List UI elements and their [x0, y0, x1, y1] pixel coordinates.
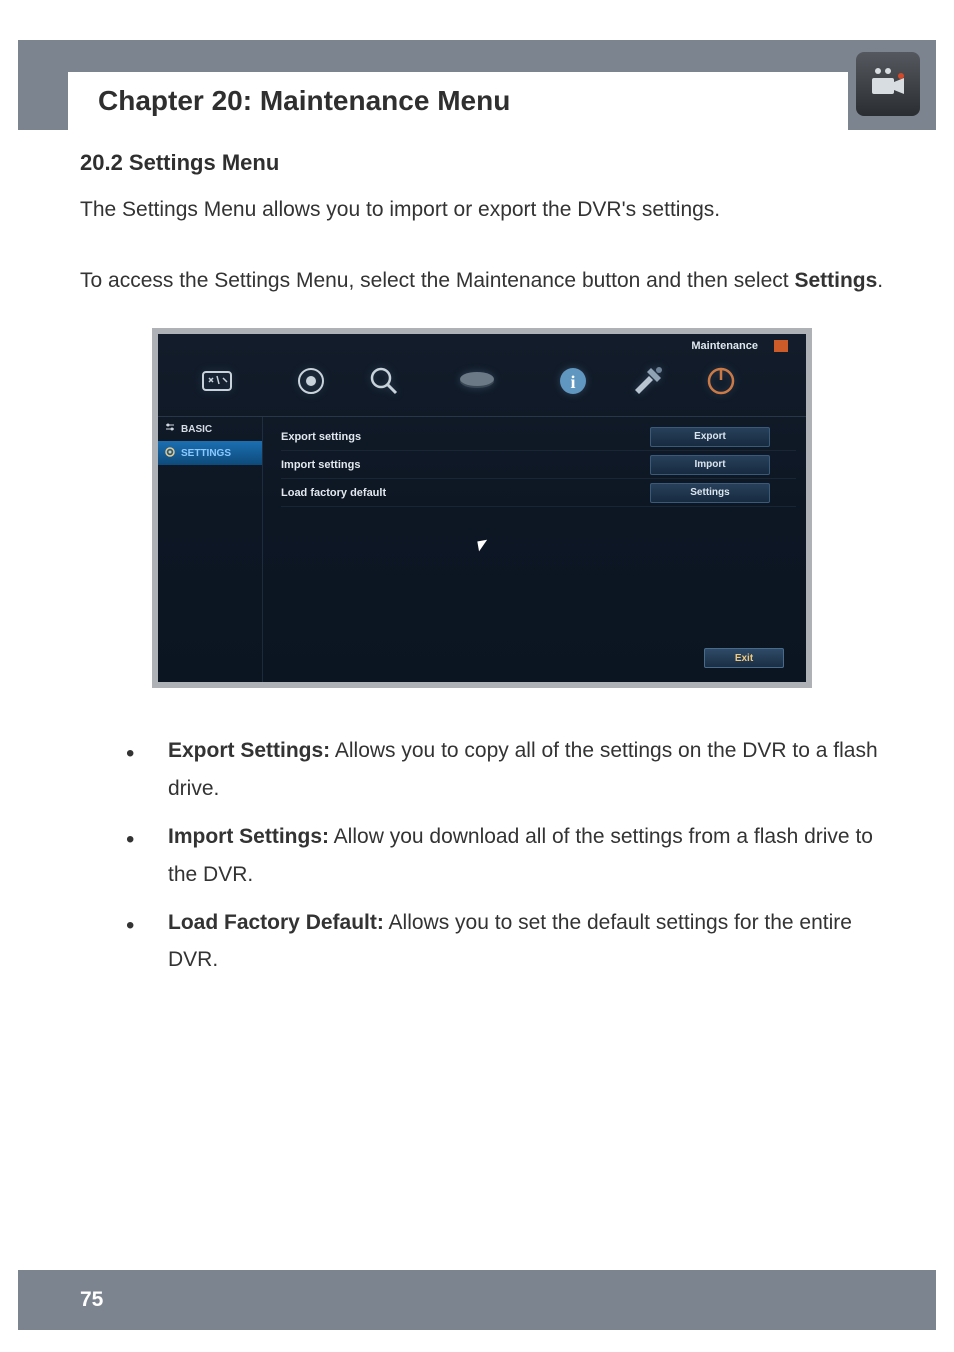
top-icon-row: i	[158, 356, 806, 412]
settings-row: Export settings Export	[281, 423, 796, 451]
bullet-term: Export Settings:	[168, 739, 330, 762]
page-number: 75	[80, 1288, 103, 1312]
row-label: Import settings	[281, 459, 650, 471]
sidebar-item-settings[interactable]: SETTINGS	[158, 441, 262, 465]
power-icon[interactable]	[684, 366, 758, 403]
close-icon[interactable]	[774, 340, 788, 352]
search-icon[interactable]	[348, 365, 422, 404]
maintenance-icon[interactable]	[610, 364, 684, 405]
svg-text:i: i	[570, 372, 575, 392]
screenshot-body: BASIC SETTINGS Export settings Export	[158, 416, 806, 682]
settings-row: Import settings Import	[281, 451, 796, 479]
chapter-title-strip: Chapter 20: Maintenance Menu	[68, 72, 848, 130]
gear-icon	[164, 446, 176, 461]
list-item: Load Factory Default: Allows you to set …	[126, 904, 884, 980]
sliders-icon	[164, 422, 176, 437]
page-content: 20.2 Settings Menu The Settings Menu all…	[80, 150, 884, 989]
bullet-term: Load Factory Default:	[168, 911, 384, 934]
import-button[interactable]: Import	[650, 455, 770, 475]
list-item: Import Settings: Allow you download all …	[126, 818, 884, 894]
screenshot-window-title: Maintenance	[691, 340, 758, 352]
exit-button[interactable]: Exit	[704, 648, 784, 668]
page-footer: 75	[18, 1270, 936, 1330]
export-button[interactable]: Export	[650, 427, 770, 447]
bullet-list: Export Settings: Allows you to copy all …	[80, 732, 884, 979]
camera-icon	[868, 66, 908, 103]
chapter-title: Chapter 20: Maintenance Menu	[98, 85, 510, 117]
row-label: Load factory default	[281, 487, 650, 499]
list-item: Export Settings: Allows you to copy all …	[126, 732, 884, 808]
access-paragraph: To access the Settings Menu, select the …	[80, 261, 884, 301]
settings-row: Load factory default Settings	[281, 479, 796, 507]
sidebar-item-basic[interactable]: BASIC	[158, 417, 262, 441]
para2-bold: Settings	[794, 269, 877, 292]
system-tools-icon[interactable]	[180, 366, 254, 403]
screenshot-main: Export settings Export Import settings I…	[263, 417, 806, 682]
settings-button[interactable]: Settings	[650, 483, 770, 503]
bullet-term: Import Settings:	[168, 825, 329, 848]
header-icon-box	[856, 52, 920, 116]
dvr-screenshot: Maintenance i	[152, 328, 812, 688]
cursor-icon: ◤	[477, 537, 490, 554]
sidebar-item-label: SETTINGS	[181, 448, 231, 459]
info-icon[interactable]: i	[536, 366, 610, 403]
document-page: Chapter 20: Maintenance Menu 20.2 Settin…	[0, 0, 954, 1352]
row-label: Export settings	[281, 431, 650, 443]
disk-icon[interactable]	[440, 369, 514, 400]
intro-paragraph: The Settings Menu allows you to import o…	[80, 194, 884, 227]
para2-post: .	[877, 269, 883, 292]
record-icon[interactable]	[274, 366, 348, 403]
screenshot-sidebar: BASIC SETTINGS	[158, 417, 263, 682]
sidebar-item-label: BASIC	[181, 424, 212, 435]
chapter-header: Chapter 20: Maintenance Menu	[18, 40, 936, 130]
para2-pre: To access the Settings Menu, select the …	[80, 269, 794, 292]
section-heading: 20.2 Settings Menu	[80, 150, 884, 176]
